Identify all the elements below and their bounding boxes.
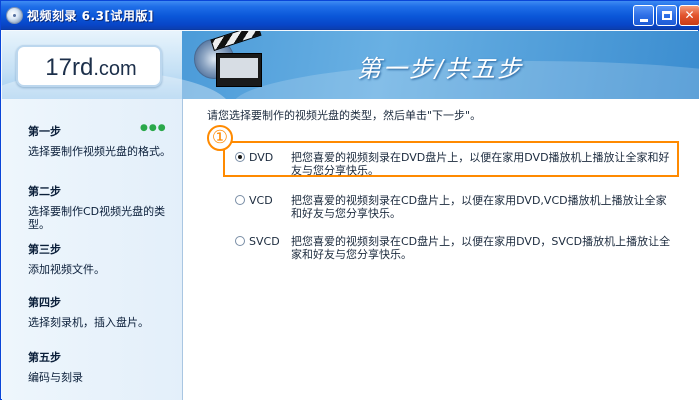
main-panel: 请您选择要制作的视频光盘的类型，然后单击"下一步"。 ① DVD 把您喜爱的视频… bbox=[183, 99, 699, 400]
sidebar-step-3: 第三步 添加视频文件。 bbox=[28, 241, 176, 276]
step-title: 第二步 bbox=[28, 185, 61, 198]
title-bar[interactable]: 视频刻录 6.3[试用版] ✕ bbox=[1, 1, 699, 30]
clapper-slate bbox=[220, 58, 258, 78]
option-desc: 把您喜爱的视频刻录在CD盘片上，以便在家用DVD,VCD播放机上播放让全家和好友… bbox=[291, 194, 667, 220]
option-desc: 把您喜爱的视频刻录在DVD盘片上，以便在家用DVD播放机上播放让全家和好友与您分… bbox=[291, 151, 670, 177]
active-step-indicator: ●●● bbox=[140, 123, 167, 133]
step-title: 第五步 bbox=[28, 351, 61, 364]
header-banner: 17rd.com 第一步/共五步 bbox=[2, 31, 699, 99]
callout-number: ① bbox=[207, 125, 233, 151]
clapper-board bbox=[216, 53, 262, 87]
instruction-text: 请您选择要制作的视频光盘的类型，然后单击"下一步"。 bbox=[207, 109, 482, 122]
sidebar-step-4: 第四步 选择刻录机，插入盘片。 bbox=[28, 294, 176, 329]
maximize-button[interactable] bbox=[656, 5, 677, 26]
step-desc: 编码与刻录 bbox=[28, 371, 83, 384]
option-label[interactable]: SVCD bbox=[249, 235, 280, 248]
logo-area: 17rd.com bbox=[2, 31, 232, 99]
logo-suffix: .com bbox=[93, 58, 137, 80]
window-title: 视频刻录 6.3[试用版] bbox=[27, 9, 154, 23]
radio-vcd[interactable] bbox=[235, 195, 245, 205]
step-desc: 选择要制作视频光盘的格式。 bbox=[28, 145, 171, 158]
minimize-button[interactable] bbox=[633, 5, 654, 26]
step-desc: 选择刻录机，插入盘片。 bbox=[28, 316, 149, 329]
minimize-icon bbox=[640, 19, 648, 22]
radio-svcd[interactable] bbox=[235, 236, 245, 246]
step-progress-title: 第一步/共五步 bbox=[357, 55, 524, 83]
app-disc-icon bbox=[6, 7, 23, 24]
option-desc: 把您喜爱的视频刻录在CD盘片上，以便在家用DVD，SVCD播放机上播放让全家和好… bbox=[291, 235, 671, 261]
sidebar-step-2: 第二步 选择要制作CD视频光盘的类型。 bbox=[28, 183, 176, 231]
step-desc: 添加视频文件。 bbox=[28, 263, 105, 276]
sidebar-step-5: 第五步 编码与刻录 bbox=[28, 349, 176, 384]
steps-sidebar: 第一步 选择要制作视频光盘的格式。 ●●● 第二步 选择要制作CD视频光盘的类型… bbox=[2, 99, 183, 400]
logo: 17rd.com bbox=[16, 45, 162, 87]
close-icon: ✕ bbox=[684, 8, 695, 22]
clapperboard-icon bbox=[194, 31, 268, 95]
option-label[interactable]: DVD bbox=[249, 151, 273, 164]
step-title: 第三步 bbox=[28, 243, 61, 256]
close-button[interactable]: ✕ bbox=[679, 5, 699, 26]
step-title: 第四步 bbox=[28, 296, 61, 309]
clapper-stick bbox=[210, 31, 262, 51]
maximize-icon bbox=[662, 11, 672, 20]
radio-dvd[interactable] bbox=[235, 152, 245, 162]
option-label[interactable]: VCD bbox=[249, 194, 273, 207]
logo-main: 17rd bbox=[45, 54, 94, 81]
step-desc: 选择要制作CD视频光盘的类型。 bbox=[28, 205, 166, 231]
app-window: 视频刻录 6.3[试用版] ✕ 17rd.com 第一步/共五步 第一步 选择要… bbox=[0, 0, 699, 400]
logo-text: 17rd.com bbox=[18, 54, 164, 82]
